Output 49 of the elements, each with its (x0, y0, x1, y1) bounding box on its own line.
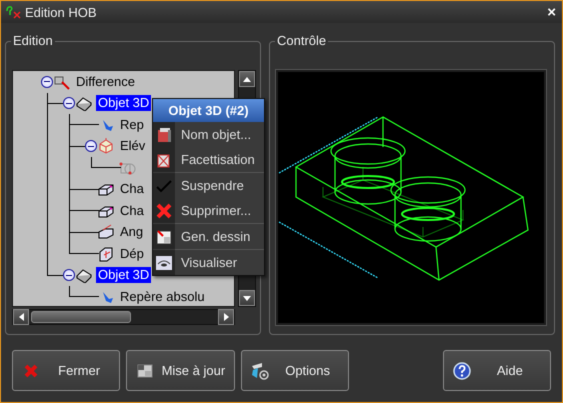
down-arrow-icon (243, 296, 251, 300)
menu-item[interactable]: Facettisation (153, 147, 264, 172)
close-button[interactable]: × (545, 4, 558, 20)
scroll-left-button[interactable] (13, 309, 29, 325)
menu-item[interactable]: Suspendre (153, 173, 264, 198)
help-icon (452, 360, 472, 380)
menu-item[interactable]: Gen. dessin (153, 224, 264, 249)
tree-item[interactable]: Elév (118, 138, 148, 154)
app-icon (5, 5, 21, 19)
checkmark-icon (156, 178, 172, 194)
block-icon (75, 95, 93, 112)
tree-item[interactable]: Cha (118, 202, 146, 219)
tree-item[interactable]: Ang (118, 224, 146, 240)
settings-icon (250, 360, 270, 380)
horizontal-scrollbar[interactable] (12, 309, 235, 325)
panel-title: Contrôle (275, 33, 328, 48)
collapse-toggle[interactable] (85, 140, 97, 152)
tree-item[interactable]: Cha (118, 181, 146, 198)
menu-item[interactable]: Supprimer... (153, 198, 264, 223)
delete-icon (156, 202, 172, 218)
collapse-toggle[interactable] (41, 76, 53, 88)
window-title: Edition HOB (25, 4, 98, 20)
dialog-button[interactable]: Mise à jour (126, 350, 234, 391)
scroll-right-button[interactable] (218, 309, 234, 325)
right-arrow-icon (224, 313, 228, 321)
dialog-button[interactable]: Aide (442, 350, 551, 391)
menu-item[interactable]: Visualiser (153, 250, 264, 275)
menu-item[interactable]: Nom objet... (153, 122, 264, 147)
scroll-down-button[interactable] (239, 290, 255, 306)
tree-item[interactable]: Dép (118, 246, 146, 262)
tree-item[interactable]: Objet 3D (96, 95, 152, 112)
panel-title: Edition (11, 33, 55, 48)
drawing-icon (156, 228, 172, 244)
tree-item[interactable]: Objet 3D (96, 267, 152, 284)
difference-icon (53, 74, 71, 90)
collapse-toggle[interactable] (63, 269, 75, 282)
tree-item[interactable]: Repère absolu (118, 288, 207, 305)
dialog-button[interactable]: Options (240, 350, 349, 391)
eye-icon (156, 254, 172, 270)
tree-item[interactable]: Rep (118, 116, 146, 133)
scroll-up-button[interactable] (239, 71, 255, 87)
up-arrow-icon (243, 76, 251, 82)
left-arrow-icon (18, 313, 24, 321)
scroll-thumb[interactable] (31, 311, 131, 323)
tree-item[interactable]: Difference (74, 74, 138, 90)
block-icon (75, 267, 93, 284)
dialog-button[interactable]: Fermer (12, 350, 120, 391)
collapse-toggle[interactable] (63, 97, 75, 110)
menu-title: Objet 3D (#2) (153, 99, 264, 122)
